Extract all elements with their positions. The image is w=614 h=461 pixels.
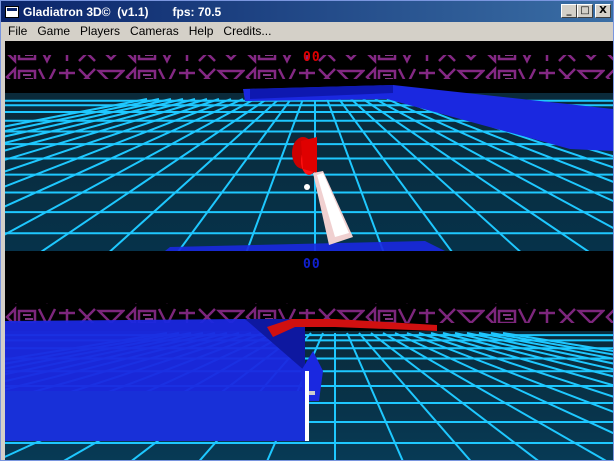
fps-counter: fps: 70.5 (172, 4, 222, 19)
title-bar[interactable]: Gladiatron 3D© (v1.1) fps: 70.5 _ □ X (1, 1, 613, 22)
player2-score: 00 (303, 257, 321, 272)
minimize-button[interactable]: _ (561, 4, 577, 18)
player2-view (5, 275, 613, 460)
menu-cameras[interactable]: Cameras (125, 22, 184, 41)
player1-score: 00 (303, 50, 321, 65)
app-window-icon[interactable] (5, 5, 19, 18)
menu-file[interactable]: File (1, 22, 32, 41)
menu-players[interactable]: Players (75, 22, 125, 41)
window-controls: _ □ X (561, 4, 611, 18)
player1-view (5, 41, 613, 257)
game-viewport[interactable]: 00 00 (5, 41, 613, 460)
close-button[interactable]: X (595, 4, 611, 18)
maximize-button[interactable]: □ (577, 4, 593, 18)
game-scene (5, 41, 613, 460)
menu-game[interactable]: Game (32, 22, 75, 41)
window-title: Gladiatron 3D© (v1.1) (23, 4, 149, 19)
menu-bar: File Game Players Cameras Help Credits..… (1, 22, 613, 41)
menu-credits[interactable]: Credits... (218, 22, 276, 41)
game-window: Gladiatron 3D© (v1.1) fps: 70.5 _ □ X Fi… (0, 0, 614, 461)
menu-help[interactable]: Help (184, 22, 219, 41)
